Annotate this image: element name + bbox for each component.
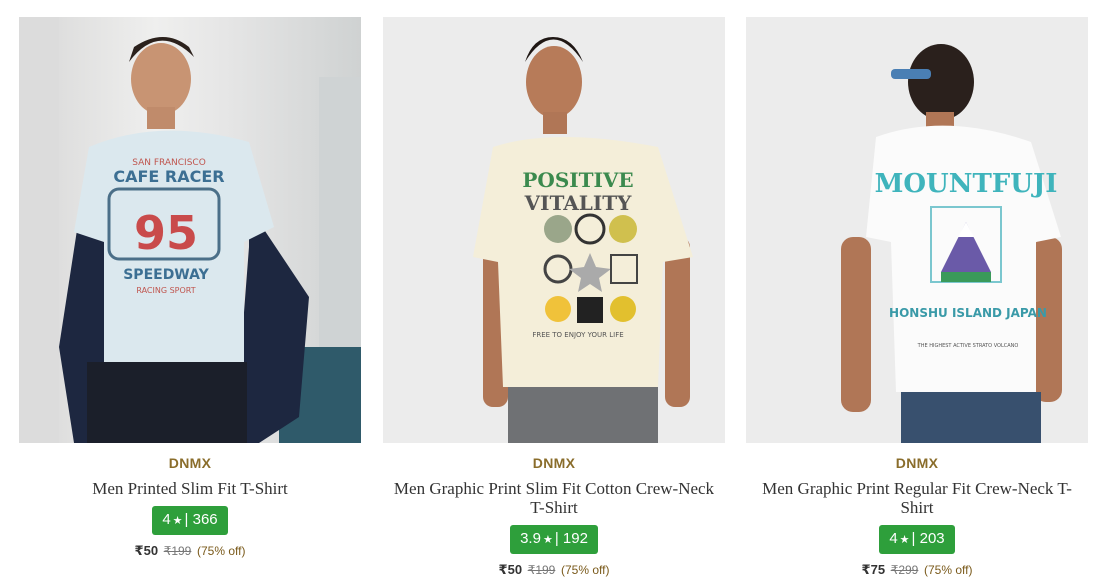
price-row: ₹50 ₹199 (75% off) [383, 562, 725, 578]
svg-text:FREE TO ENJOY YOUR LIFE: FREE TO ENJOY YOUR LIFE [532, 331, 623, 339]
price-mrp: ₹199 [163, 544, 192, 558]
rating-count: 192 [562, 530, 588, 547]
price-current: ₹50 [498, 562, 523, 577]
product-image[interactable]: POSITIVE VITALITY FREE TO ENJOY YOUR LIF… [383, 17, 725, 443]
rating-badge[interactable]: 4 ★ | 203 [879, 525, 955, 554]
svg-text:HONSHU ISLAND JAPAN: HONSHU ISLAND JAPAN [889, 306, 1047, 320]
rating-value: 4 [889, 530, 898, 547]
brand-name: DNMX [168, 455, 212, 471]
star-icon: ★ [899, 534, 910, 546]
product-image[interactable]: MOUNTFUJI HONSHU ISLAND JAPAN THE HIGHES… [746, 17, 1088, 443]
svg-text:SPEEDWAY: SPEEDWAY [123, 267, 209, 283]
rating-count: 366 [192, 511, 218, 528]
svg-text:THE HIGHEST ACTIVE STRATO VOLC: THE HIGHEST ACTIVE STRATO VOLCANO [917, 343, 1019, 349]
product-card[interactable]: POSITIVE VITALITY FREE TO ENJOY YOUR LIF… [383, 17, 725, 578]
star-icon: ★ [542, 534, 553, 546]
brand-name: DNMX [895, 455, 939, 471]
rating-value: 3.9 [520, 530, 541, 547]
rating-badge[interactable]: 4 ★ | 366 [152, 506, 228, 535]
star-icon: ★ [172, 515, 183, 527]
svg-text:95: 95 [134, 206, 198, 260]
svg-text:RACING SPORT: RACING SPORT [136, 286, 195, 295]
product-card[interactable]: SAN FRANCISCO CAFE RACER 95 SPEEDWAY RAC… [19, 17, 361, 559]
price-row: ₹50 ₹199 (75% off) [19, 543, 361, 559]
svg-text:VITALITY: VITALITY [524, 191, 632, 215]
discount-label: (75% off) [196, 544, 246, 558]
product-title[interactable]: Men Graphic Print Regular Fit Crew-Neck … [746, 479, 1088, 517]
rating-count: 203 [919, 530, 945, 547]
brand-name: DNMX [532, 455, 576, 471]
price-mrp: ₹199 [527, 563, 556, 577]
svg-text:MOUNTFUJI: MOUNTFUJI [875, 169, 1058, 199]
price-row: ₹75 ₹299 (75% off) [746, 562, 1088, 578]
svg-text:CAFE RACER: CAFE RACER [113, 167, 224, 186]
price-current: ₹50 [134, 543, 159, 558]
product-title[interactable]: Men Graphic Print Slim Fit Cotton Crew-N… [383, 479, 725, 517]
price-current: ₹75 [861, 562, 886, 577]
discount-label: (75% off) [560, 563, 610, 577]
product-image[interactable]: SAN FRANCISCO CAFE RACER 95 SPEEDWAY RAC… [19, 17, 361, 443]
discount-label: (75% off) [923, 563, 973, 577]
product-card[interactable]: MOUNTFUJI HONSHU ISLAND JAPAN THE HIGHES… [746, 17, 1088, 578]
rating-value: 4 [162, 511, 171, 528]
svg-text:POSITIVE: POSITIVE [522, 168, 633, 192]
product-grid: SAN FRANCISCO CAFE RACER 95 SPEEDWAY RAC… [0, 0, 1108, 580]
rating-badge[interactable]: 3.9 ★ | 192 [510, 525, 598, 554]
price-mrp: ₹299 [890, 563, 919, 577]
product-title[interactable]: Men Printed Slim Fit T-Shirt [19, 479, 361, 498]
